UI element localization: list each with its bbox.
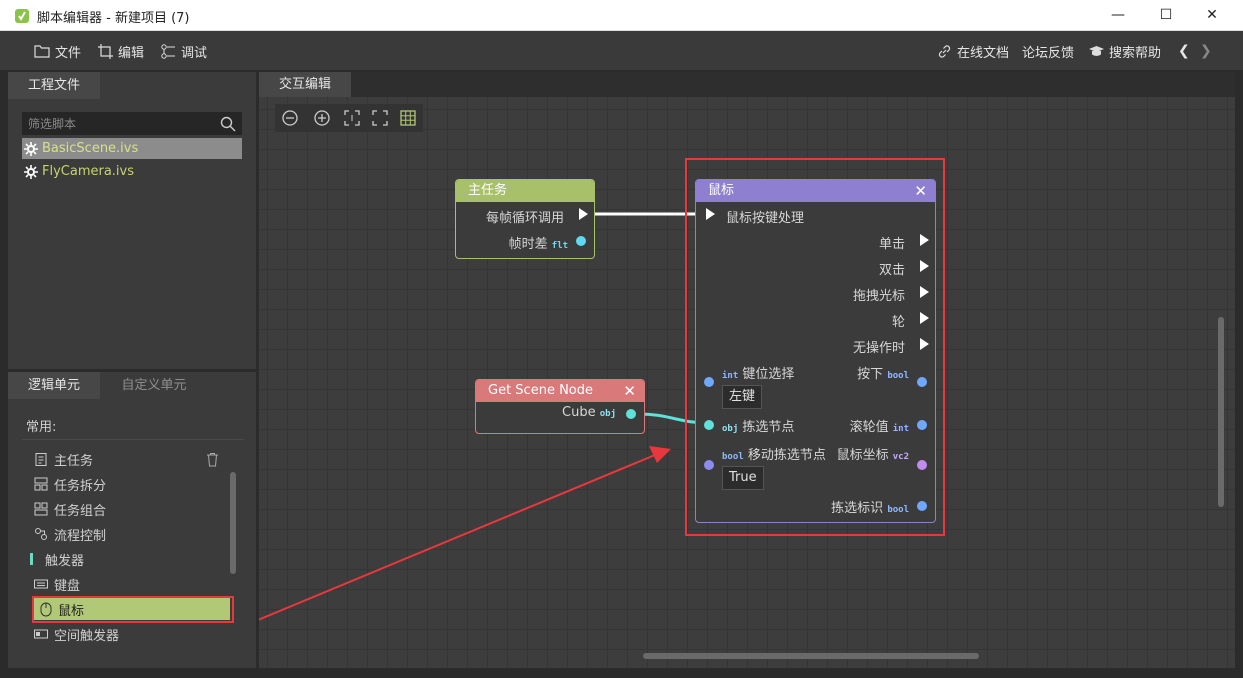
interaction-editor: 交互编辑 主任务 每帧循环调用 帧时差 flt Get Scene Node ✕… (259, 72, 1235, 668)
close-window-button[interactable]: ✕ (1189, 0, 1235, 31)
tab-logic-units[interactable]: 逻辑单元 (8, 372, 100, 399)
minimize-button[interactable]: — (1095, 0, 1141, 31)
nav-prev-button[interactable]: ❮ (1178, 42, 1190, 60)
menu-edit[interactable]: 编辑 (98, 42, 145, 61)
file-name: BasicScene.ivs (42, 141, 139, 156)
logic-units-panel: 逻辑单元 自定义单元 常用: 主任务 任务拆分 任务组合 流程控制 触发器 键盘… (8, 372, 256, 668)
tab-interaction-editor[interactable]: 交互编辑 (259, 72, 351, 97)
unit-flow-control[interactable]: 流程控制 (34, 523, 106, 545)
online-docs-label: 在线文档 (957, 45, 1010, 61)
unit-label: 任务组合 (54, 503, 107, 519)
spatial-trigger-icon (34, 629, 48, 639)
canvas-vertical-scrollbar[interactable] (1218, 317, 1224, 507)
annotation-arrow (259, 454, 656, 621)
object-out-port[interactable] (626, 409, 636, 419)
unit-label: 流程控制 (54, 528, 107, 544)
unit-spatial-trigger[interactable]: 空间触发器 (34, 623, 119, 645)
title-bar: 脚本编辑器 - 新建项目 (7) — ☐ ✕ (0, 0, 1243, 31)
category-marker-icon (30, 553, 33, 565)
filter-scripts-input[interactable] (22, 112, 242, 135)
annotation-arrowhead (649, 446, 671, 463)
close-icon[interactable]: ✕ (623, 382, 636, 400)
file-item-basicscene[interactable]: BasicScene.ivs (22, 138, 242, 159)
highlight-box-mouse-node (685, 158, 945, 536)
link-icon (938, 44, 951, 58)
section-common: 常用: (26, 420, 57, 435)
float-out-port[interactable] (576, 236, 586, 246)
port-label: 帧时差 flt (509, 233, 568, 252)
port-type: flt (551, 241, 568, 251)
highlight-box-mouse-unit (32, 596, 234, 623)
unit-label: 触发器 (45, 553, 85, 569)
split-icon (34, 477, 48, 491)
menu-file-label: 文件 (55, 45, 82, 61)
online-docs-link[interactable]: 在线文档 (937, 42, 1010, 61)
unit-label: 主任务 (54, 453, 94, 469)
combine-icon (34, 502, 48, 516)
menu-debug[interactable]: 调试 (160, 42, 208, 61)
file-item-flycamera[interactable]: FlyCamera.ivs (22, 161, 242, 182)
port-name: 帧时差 (508, 237, 548, 252)
menu-bar: 文件 编辑 调试 在线文档 论坛反馈 搜索帮助 ❮ ❯ (0, 31, 1243, 70)
unit-keyboard[interactable]: 键盘 (34, 573, 80, 595)
node-main-task[interactable]: 主任务 每帧循环调用 帧时差 flt (455, 179, 595, 259)
graduation-cap-icon (1089, 45, 1104, 56)
forum-feedback-link[interactable]: 论坛反馈 (1022, 42, 1075, 61)
tab-project-files[interactable]: 工程文件 (8, 72, 100, 99)
unit-label: 空间触发器 (54, 628, 120, 644)
nav-next-button[interactable]: ❯ (1200, 42, 1212, 60)
canvas-horizontal-scrollbar[interactable] (643, 653, 979, 659)
search-help-link[interactable]: 搜索帮助 (1089, 42, 1162, 61)
maximize-button[interactable]: ☐ (1143, 0, 1189, 31)
units-scrollbar[interactable] (230, 472, 236, 574)
node-canvas[interactable]: 主任务 每帧循环调用 帧时差 flt Get Scene Node ✕ Cube… (259, 97, 1235, 668)
node-title: 主任务 (456, 180, 594, 202)
clipboard-icon (35, 453, 47, 466)
folder-icon (34, 45, 50, 58)
gear-script-icon (24, 164, 38, 179)
exec-out-port[interactable] (579, 208, 588, 220)
divider (22, 439, 244, 440)
unit-task-split[interactable]: 任务拆分 (34, 473, 106, 495)
project-files-panel: 工程文件 BasicScene.ivs FlyCamera.ivs (8, 72, 256, 369)
window-title: 脚本编辑器 - 新建项目 (7) (37, 11, 190, 26)
port-label: 每帧循环调用 (485, 211, 564, 226)
node-get-scene-node[interactable]: Get Scene Node ✕ Cube obj (475, 379, 645, 434)
flow-icon (35, 528, 47, 540)
unit-label: 键盘 (54, 578, 81, 594)
menu-edit-label: 编辑 (118, 45, 145, 61)
crop-icon (98, 43, 113, 59)
port-name: Cube (562, 405, 596, 420)
port-label: Cube obj (562, 405, 616, 420)
port-type: obj (599, 409, 616, 419)
unit-main-task[interactable]: 主任务 (34, 448, 93, 470)
gear-script-icon (24, 141, 38, 156)
menu-debug-label: 调试 (181, 45, 208, 61)
tab-custom-units[interactable]: 自定义单元 (104, 372, 204, 399)
unit-task-combine[interactable]: 任务组合 (34, 498, 106, 520)
forum-feedback-label: 论坛反馈 (1022, 45, 1075, 61)
keyboard-icon (34, 579, 48, 589)
node-title: Get Scene Node (476, 380, 644, 402)
app-icon (15, 9, 29, 23)
menu-file[interactable]: 文件 (34, 42, 82, 61)
debug-icon (161, 43, 175, 59)
unit-category-triggers[interactable]: 触发器 (30, 548, 84, 570)
trash-icon[interactable] (206, 452, 219, 467)
search-icon[interactable] (220, 116, 236, 132)
search-help-label: 搜索帮助 (1109, 45, 1162, 61)
unit-label: 任务拆分 (54, 478, 107, 494)
file-name: FlyCamera.ivs (42, 164, 135, 179)
